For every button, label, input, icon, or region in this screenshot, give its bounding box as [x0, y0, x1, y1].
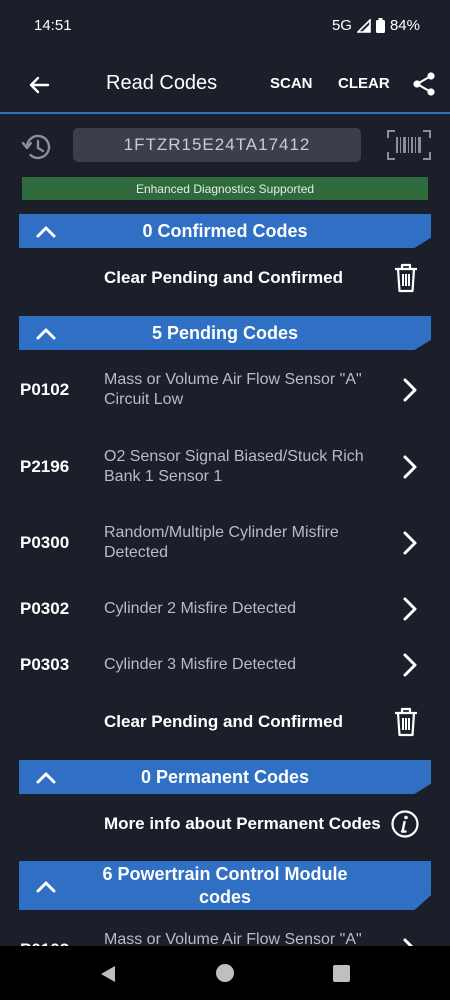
permanent-codes-title: 0 Permanent Codes: [140, 766, 310, 787]
confirmed-codes-title: 0 Confirmed Codes: [142, 220, 308, 241]
clear-pending-confirmed-label: Clear Pending and Confirmed: [104, 712, 343, 731]
code-description: Cylinder 2 Misfire Detected: [104, 600, 297, 617]
system-nav-bar: [0, 946, 450, 1000]
share-icon[interactable]: [410, 70, 438, 98]
nav-back-icon[interactable]: [98, 964, 118, 984]
chevron-right-icon[interactable]: [400, 652, 420, 678]
trash-icon[interactable]: [392, 262, 420, 294]
pending-codes-title: 5 Pending Codes: [151, 322, 299, 343]
enhanced-diagnostics-banner: Enhanced Diagnostics Supported: [22, 177, 428, 200]
app-bar: Read Codes SCAN CLEAR: [0, 52, 450, 114]
code-description: Cylinder 3 Misfire Detected: [104, 656, 297, 673]
code-id: P0102: [20, 380, 70, 399]
chevron-right-icon[interactable]: [400, 530, 420, 556]
history-icon[interactable]: [20, 130, 54, 164]
permanent-info-label: More info about Permanent Codes: [104, 814, 381, 833]
code-description: Random/Multiple Cylinder Misfire Detected: [104, 524, 339, 561]
confirmed-codes-header[interactable]: 0 Confirmed Codes: [19, 214, 431, 248]
nav-recents-icon[interactable]: [333, 965, 350, 982]
pcm-codes-title: 6 Powertrain Control Module codes: [102, 863, 348, 907]
chevron-right-icon[interactable]: [400, 596, 420, 622]
code-row-p0303[interactable]: P0303 Cylinder 3 Misfire Detected: [0, 652, 450, 682]
chevron-up-icon[interactable]: [35, 325, 57, 341]
battery-level: 84%: [389, 17, 420, 34]
code-row-p0300[interactable]: P0300 Random/Multiple Cylinder Misfire De…: [0, 521, 450, 571]
clear-pending-confirmed-row[interactable]: Clear Pending and Confirmed: [0, 698, 450, 748]
code-id: P0302: [20, 599, 70, 618]
battery-icon: [375, 18, 385, 33]
clear-button[interactable]: CLEAR: [338, 75, 390, 92]
pcm-codes-header[interactable]: 6 Powertrain Control Module codes: [19, 861, 431, 910]
clear-pending-confirmed-row[interactable]: Clear Pending and Confirmed: [0, 254, 450, 304]
status-time: 14:51: [34, 17, 72, 34]
nav-home-icon[interactable]: [215, 963, 235, 983]
chevron-up-icon[interactable]: [35, 769, 57, 785]
status-indicators: 5G 84%: [332, 17, 420, 34]
network-label: 5G: [331, 17, 352, 34]
permanent-info-row[interactable]: More info about Permanent Codes: [0, 800, 450, 850]
code-description: Mass or Volume Air Flow Sensor "A" Circui…: [104, 371, 362, 408]
trash-icon[interactable]: [392, 706, 420, 738]
code-id: P2196: [20, 457, 70, 476]
code-id: P0300: [20, 533, 70, 552]
code-description: O2 Sensor Signal Biased/Stuck Rich Bank 1…: [104, 448, 364, 485]
vin-field[interactable]: 1FTZR15E24TA17412: [73, 128, 361, 162]
chevron-up-icon[interactable]: [35, 223, 57, 239]
code-row-p0102[interactable]: P0102 Mass or Volume Air Flow Sensor "A"…: [0, 368, 450, 418]
page-title: Read Codes: [106, 72, 218, 94]
chevron-up-icon[interactable]: [35, 878, 57, 894]
permanent-codes-header[interactable]: 0 Permanent Codes: [19, 760, 431, 794]
status-bar: 14:51 5G 84%: [0, 0, 450, 52]
code-row-p2196[interactable]: P2196 O2 Sensor Signal Biased/Stuck Rich…: [0, 445, 450, 495]
info-icon[interactable]: [390, 809, 420, 839]
pending-codes-header[interactable]: 5 Pending Codes: [19, 316, 431, 350]
code-id: P0303: [20, 655, 70, 674]
barcode-icon[interactable]: [386, 129, 432, 161]
code-row-p0302[interactable]: P0302 Cylinder 2 Misfire Detected: [0, 596, 450, 626]
back-arrow-icon[interactable]: [24, 70, 54, 100]
scan-button[interactable]: SCAN: [270, 75, 313, 92]
chevron-right-icon[interactable]: [400, 454, 420, 480]
read-codes-screen: 14:51 5G 84% Read Codes SCAN CLEAR 1FTZR…: [0, 0, 450, 1000]
clear-pending-confirmed-label: Clear Pending and Confirmed: [104, 268, 343, 287]
chevron-right-icon[interactable]: [400, 377, 420, 403]
signal-icon: [356, 18, 371, 33]
